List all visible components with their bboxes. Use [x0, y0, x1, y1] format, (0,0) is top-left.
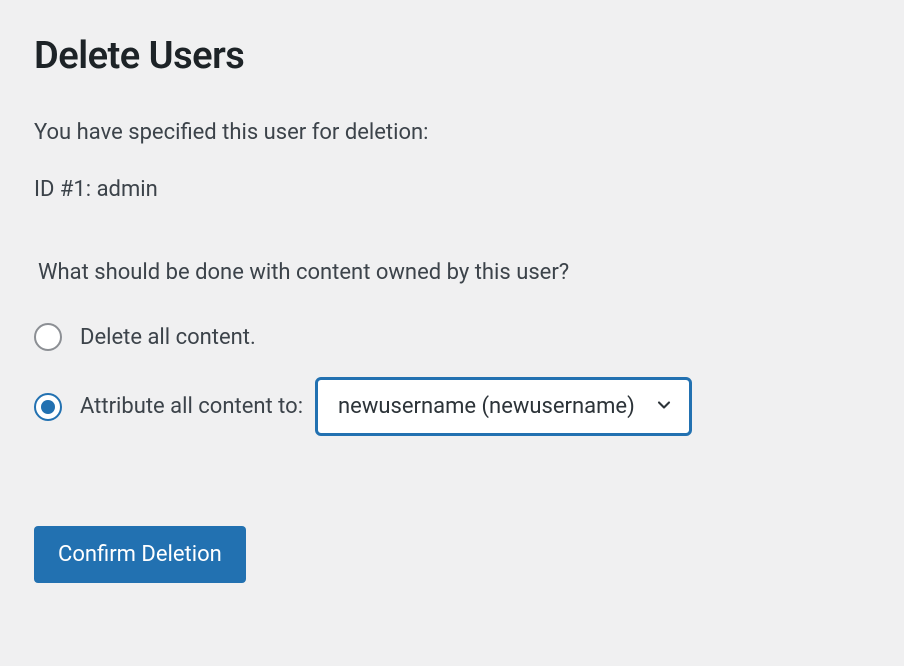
reassign-user-select[interactable]: newusername (newusername) — [315, 377, 692, 436]
reassign-select-wrap: newusername (newusername) — [315, 377, 692, 436]
attribute-content-radio[interactable] — [34, 393, 62, 421]
delete-content-label[interactable]: Delete all content. — [80, 325, 256, 350]
content-question: What should be done with content owned b… — [34, 260, 870, 285]
option-attribute-row: Attribute all content to: newusername (n… — [34, 377, 870, 436]
attribute-content-label[interactable]: Attribute all content to: — [80, 394, 303, 419]
page-title: Delete Users — [34, 34, 870, 78]
option-delete-row: Delete all content. — [34, 323, 870, 351]
delete-content-radio[interactable] — [34, 323, 62, 351]
content-options: Delete all content. Attribute all conten… — [34, 323, 870, 436]
confirm-deletion-button[interactable]: Confirm Deletion — [34, 526, 246, 583]
user-to-delete: ID #1: admin — [34, 177, 870, 202]
deletion-intro-text: You have specified this user for deletio… — [34, 120, 870, 145]
